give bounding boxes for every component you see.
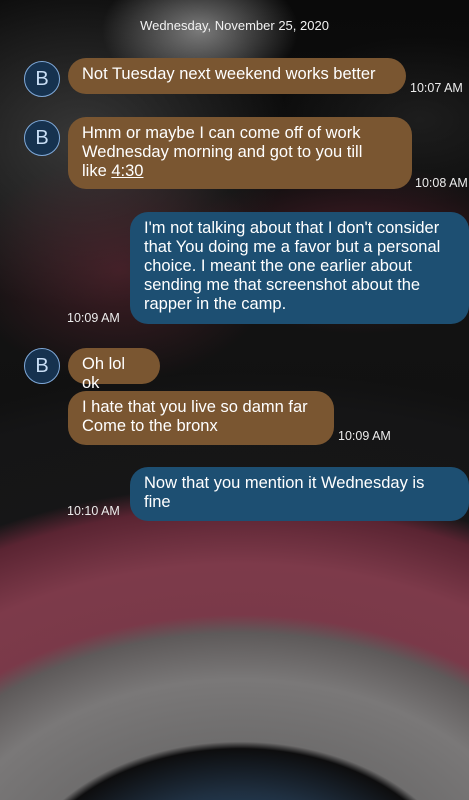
time-link[interactable]: 4:30: [111, 162, 143, 180]
incoming-message-bubble[interactable]: Hmm or maybe I can come off of work Wedn…: [68, 117, 412, 189]
message-text: Oh lol ok: [82, 355, 126, 392]
message-text: I'm not talking about that I don't consi…: [144, 219, 441, 313]
contact-avatar[interactable]: B: [24, 61, 60, 97]
outgoing-message-bubble[interactable]: I'm not talking about that I don't consi…: [130, 212, 469, 324]
message-timestamp: 10:09 AM: [338, 429, 391, 443]
message-text: Hmm or maybe I can come off of work Wedn…: [82, 124, 398, 181]
message-timestamp: 10:10 AM: [67, 504, 120, 518]
message-timestamp: 10:08 AM: [415, 176, 468, 190]
outgoing-message-bubble[interactable]: Now that you mention it Wednesday is fin…: [130, 467, 469, 521]
message-text: Now that you mention it Wednesday is fin…: [144, 474, 425, 511]
date-header: Wednesday, November 25, 2020: [140, 18, 329, 33]
incoming-message-bubble[interactable]: I hate that you live so damn far Come to…: [68, 391, 334, 445]
contact-avatar[interactable]: B: [24, 348, 60, 384]
message-timestamp: 10:09 AM: [67, 311, 120, 325]
contact-avatar[interactable]: B: [24, 120, 60, 156]
incoming-message-bubble[interactable]: Not Tuesday next weekend works better: [68, 58, 406, 94]
incoming-message-bubble[interactable]: Oh lol ok: [68, 348, 160, 392]
message-thread[interactable]: Wednesday, November 25, 2020 B Not Tuesd…: [0, 0, 469, 800]
message-text: Not Tuesday next weekend works better: [82, 65, 376, 83]
message-text: I hate that you live so damn far Come to…: [82, 398, 308, 435]
message-timestamp: 10:07 AM: [410, 81, 463, 95]
